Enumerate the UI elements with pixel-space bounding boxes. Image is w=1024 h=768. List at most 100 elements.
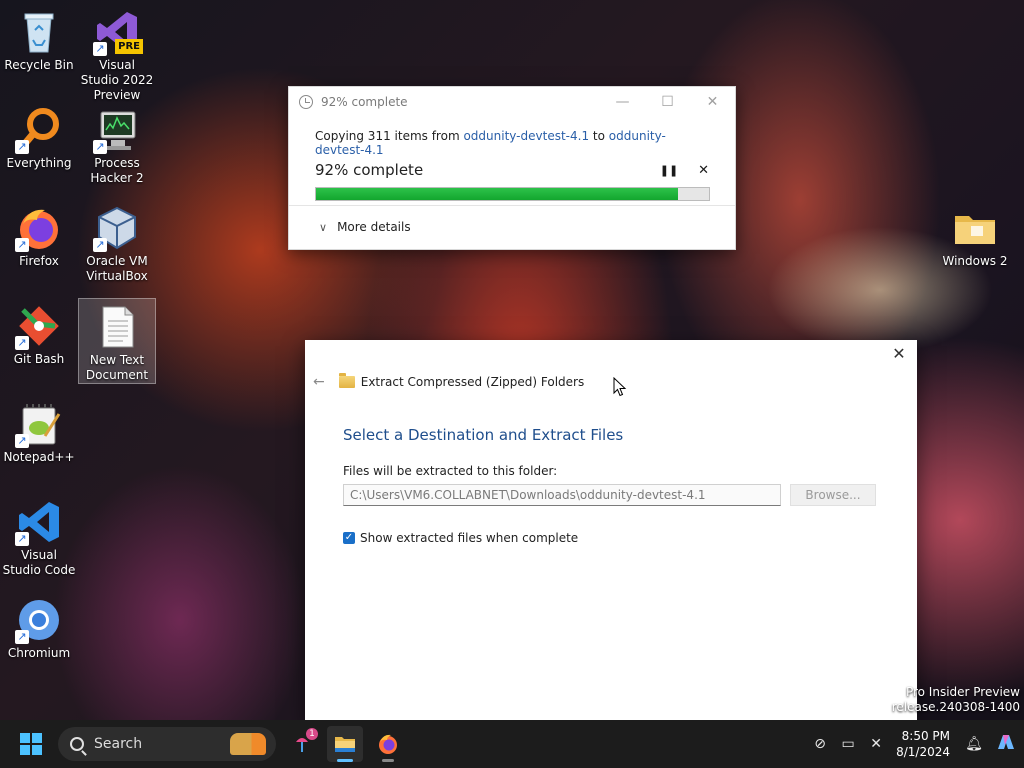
desktop-icon-oracle-vm-virtualbox[interactable]: ↗ Oracle VM VirtualBox: [79, 200, 155, 284]
watermark-line-2: release.240308-1400: [891, 700, 1020, 714]
desktop-icon-label: New Text Document: [85, 353, 149, 382]
clock-icon: [299, 95, 313, 109]
taskbar: Search 1 ⊘ ▭ ✕ 8:50 PM 8/1/2024 🔔︎: [0, 720, 1024, 768]
notification-badge: 1: [306, 728, 318, 740]
copy-summary-prefix: Copying 311 items from: [315, 129, 460, 143]
desktop-icon-label: Recycle Bin: [4, 58, 74, 72]
destination-path-input[interactable]: [343, 484, 781, 506]
taskbar-search-box[interactable]: Search: [58, 727, 276, 761]
vscode-icon: ↗: [15, 498, 63, 546]
running-indicator: [382, 759, 394, 762]
copy-status-text: 92% complete: [315, 161, 424, 179]
desktop-icon-everything[interactable]: ↗ Everything: [1, 102, 77, 171]
start-button[interactable]: [20, 733, 42, 755]
pause-button[interactable]: ❚❚: [659, 164, 679, 177]
search-highlight-icon: [230, 733, 266, 755]
wizard-title: Extract Compressed (Zipped) Folders: [360, 375, 585, 389]
desktop-icon-label: Firefox: [19, 254, 59, 268]
desktop-icon-visual-studio-2022-preview[interactable]: PRE ↗ Visual Studio 2022 Preview: [79, 4, 155, 103]
copy-window-title: 92% complete: [321, 95, 408, 109]
desktop-icon-label: Process Hacker 2: [90, 156, 144, 185]
copy-progress-bar: [315, 187, 710, 201]
copy-progress-window: 92% complete — ☐ ✕ Copying 311 items fro…: [288, 86, 736, 250]
notepad-plus-plus-icon: ↗: [15, 400, 63, 448]
git-bash-icon: ↗: [15, 302, 63, 350]
shortcut-arrow-icon: ↗: [15, 140, 29, 154]
desktop-icon-label: Everything: [6, 156, 72, 170]
desktop-icon-label: Windows 2: [942, 254, 1008, 268]
show-extracted-files-option[interactable]: ✓ Show extracted files when complete: [343, 531, 578, 545]
recycle-bin-icon: [15, 8, 63, 56]
mouse-cursor-icon: [613, 377, 627, 397]
clock-time: 8:50 PM: [901, 729, 950, 743]
desktop-icon-notepad-plus-plus[interactable]: ↗ Notepad++: [1, 396, 77, 465]
everything-search-icon: ↗: [15, 106, 63, 154]
desktop-icon-label: Visual Studio 2022 Preview: [80, 58, 154, 102]
source-folder-link[interactable]: oddunity-devtest-4.1: [463, 129, 589, 143]
build-watermark: Pro Insider Preview release.240308-1400: [892, 685, 1020, 715]
close-button[interactable]: ✕: [889, 344, 909, 363]
show-files-label: Show extracted files when complete: [360, 531, 579, 545]
taskbar-widgets-button[interactable]: 1: [284, 726, 320, 762]
shortcut-arrow-icon: ↗: [15, 532, 29, 546]
notification-bell-icon[interactable]: 🔔︎: [960, 736, 988, 752]
cancel-copy-button[interactable]: ✕: [679, 163, 709, 178]
windows-logo-icon-pane: [32, 733, 42, 743]
system-tray: ⊘ ▭ ✕ 8:50 PM 8/1/2024 🔔︎: [806, 720, 1024, 768]
desktop-icon-windows-2-folder[interactable]: Windows 2: [937, 200, 1013, 269]
copilot-icon[interactable]: [988, 731, 1024, 757]
desktop-icon-label: Git Bash: [13, 352, 65, 366]
shortcut-arrow-icon: ↗: [15, 630, 29, 644]
desktop-icon-git-bash[interactable]: ↗ Git Bash: [1, 298, 77, 367]
clock-date: 8/1/2024: [896, 745, 950, 759]
shortcut-arrow-icon: ↗: [15, 434, 29, 448]
browse-button[interactable]: Browse...: [790, 484, 876, 506]
shortcut-arrow-icon: ↗: [15, 238, 29, 252]
desktop-icon-new-text-document[interactable]: New Text Document: [78, 298, 156, 384]
desktop-icon-firefox[interactable]: ↗ Firefox: [1, 200, 77, 269]
minimize-button[interactable]: —: [600, 94, 645, 110]
shortcut-arrow-icon: ↗: [15, 336, 29, 350]
shortcut-arrow-icon: ↗: [93, 140, 107, 154]
taskbar-file-explorer[interactable]: [327, 726, 363, 762]
taskbar-firefox[interactable]: [370, 726, 406, 762]
preview-badge: PRE: [115, 39, 143, 54]
desktop-icon-recycle-bin[interactable]: Recycle Bin: [1, 4, 77, 73]
windows-logo-icon-pane: [32, 745, 42, 755]
process-hacker-icon: ↗: [93, 106, 141, 154]
maximize-button[interactable]: ☐: [645, 94, 690, 110]
wizard-header: ← Extract Compressed (Zipped) Folders: [313, 373, 585, 390]
desktop-icon-chromium[interactable]: ↗ Chromium: [1, 592, 77, 661]
desktop-icon-process-hacker-2[interactable]: ↗ Process Hacker 2: [79, 102, 155, 186]
volume-muted-icon[interactable]: ✕: [862, 736, 890, 752]
search-icon: [70, 737, 84, 751]
copy-summary: Copying 311 items from oddunity-devtest-…: [315, 129, 709, 157]
text-document-icon: [93, 303, 141, 351]
firefox-icon: [379, 734, 397, 754]
close-button[interactable]: ✕: [690, 94, 735, 110]
desktop-icon-label: Chromium: [7, 646, 71, 660]
network-disconnected-icon[interactable]: ⊘: [806, 736, 834, 752]
copy-progress-fill: [316, 188, 678, 200]
taskbar-clock[interactable]: 8:50 PM 8/1/2024: [896, 728, 950, 760]
file-explorer-icon: [335, 737, 355, 752]
desktop-icon-visual-studio-code[interactable]: ↗ Visual Studio Code: [1, 494, 77, 578]
destination-label: Files will be extracted to this folder:: [343, 464, 558, 478]
more-details-label: More details: [337, 220, 411, 234]
copy-summary-to: to: [592, 129, 605, 143]
shortcut-arrow-icon: ↗: [93, 42, 107, 56]
desktop-icon-label: Notepad++: [3, 450, 75, 464]
shortcut-arrow-icon: ↗: [93, 238, 107, 252]
extract-wizard-window: ✕ ← Extract Compressed (Zipped) Folders …: [305, 340, 917, 722]
copilot-logo-icon: [998, 735, 1014, 749]
virtualbox-icon: ↗: [93, 204, 141, 252]
wizard-heading: Select a Destination and Extract Files: [343, 426, 624, 444]
more-details-toggle[interactable]: ∨ More details: [289, 205, 735, 248]
desktop-icon-label: Visual Studio Code: [2, 548, 76, 577]
show-files-checkbox[interactable]: ✓: [343, 532, 355, 544]
watermark-line-1: Pro Insider Preview: [905, 685, 1020, 699]
zip-folder-icon: [338, 373, 355, 388]
active-indicator: [337, 759, 353, 762]
back-arrow-icon[interactable]: ←: [313, 374, 325, 390]
display-icon[interactable]: ▭: [834, 736, 862, 752]
